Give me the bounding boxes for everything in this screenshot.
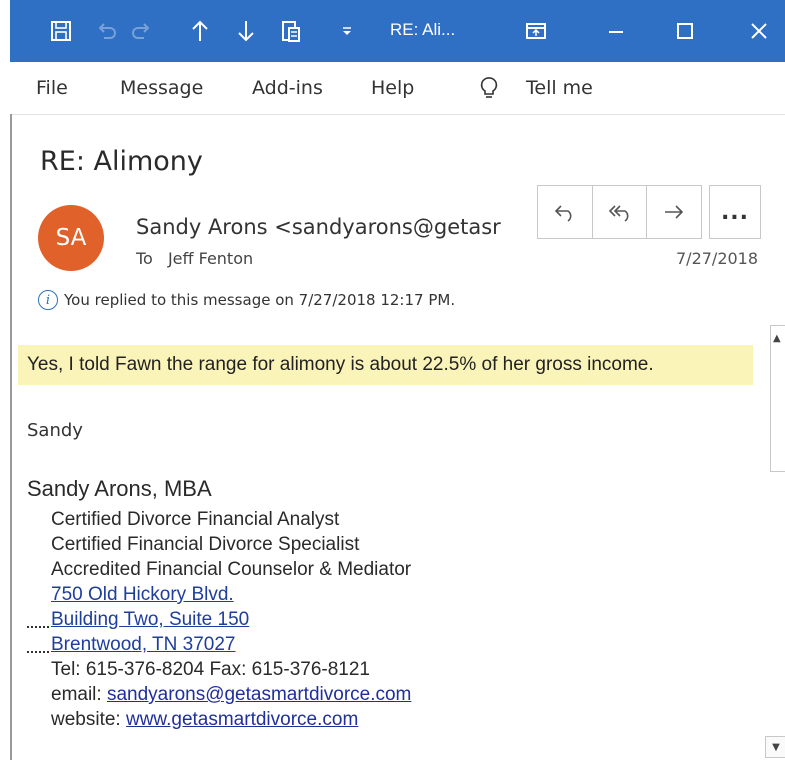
tell-me-search[interactable]: Tell me xyxy=(526,77,593,99)
save-icon[interactable] xyxy=(50,18,72,44)
message-date: 7/27/2018 xyxy=(676,249,759,268)
info-icon: i xyxy=(38,290,58,310)
down-arrow-icon[interactable] xyxy=(236,18,256,44)
address-line[interactable]: 750 Old Hickory Blvd. xyxy=(51,582,411,607)
reply-button[interactable] xyxy=(538,186,593,238)
signature-title: Certified Divorce Financial Analyst xyxy=(51,509,340,530)
email-link[interactable]: sandyarons@getasmartdivorce.com xyxy=(107,684,411,705)
redo-icon[interactable] xyxy=(130,18,152,44)
menu-file[interactable]: File xyxy=(36,77,68,99)
scrollbar[interactable] xyxy=(770,325,785,472)
reply-all-button[interactable] xyxy=(593,186,648,238)
avatar[interactable]: SA xyxy=(38,205,104,271)
signature-title: Accredited Financial Counselor & Mediato… xyxy=(51,559,412,580)
window-border xyxy=(10,114,12,760)
dotted-underline xyxy=(27,612,49,628)
address-line[interactable]: Brentwood, TN 37027 xyxy=(27,632,411,657)
replied-notice: i You replied to this message on 7/27/20… xyxy=(38,290,455,310)
dotted-underline xyxy=(27,637,49,653)
signature-title: Certified Financial Divorce Specialist xyxy=(51,534,360,555)
website-label: website: xyxy=(51,709,121,730)
website-link[interactable]: www.getasmartdivorce.com xyxy=(126,709,358,730)
recipient-name[interactable]: Jeff Fenton xyxy=(168,249,253,268)
closing-name: Sandy xyxy=(27,420,83,441)
to-label: To xyxy=(136,249,153,268)
up-arrow-icon[interactable] xyxy=(190,18,210,44)
reply-all-icon xyxy=(608,205,628,222)
recipient-line: To Jeff Fenton xyxy=(136,249,253,268)
replied-notice-text: You replied to this message on 7/27/2018… xyxy=(64,291,456,309)
scroll-down-icon[interactable]: ▼ xyxy=(765,736,785,758)
website-line: website: www.getasmartdivorce.com xyxy=(51,707,411,732)
signature-block: Sandy Arons, MBA Certified Divorce Finan… xyxy=(27,476,411,732)
avatar-initials: SA xyxy=(55,225,87,251)
menu-message[interactable]: Message xyxy=(120,77,203,99)
reply-actions xyxy=(537,185,702,239)
scroll-up-icon[interactable]: ▲ xyxy=(773,333,781,344)
lightbulb-icon[interactable] xyxy=(480,76,498,105)
menu-add-ins[interactable]: Add-ins xyxy=(252,77,323,99)
email-line: email: sandyarons@getasmartdivorce.com xyxy=(51,682,411,707)
menu-help[interactable]: Help xyxy=(371,77,414,99)
menu-bar: File Message Add-ins Help Tell me xyxy=(10,62,785,115)
restore-window-icon[interactable] xyxy=(525,18,547,44)
highlighted-text: Yes, I told Fawn the range for alimony i… xyxy=(27,354,654,375)
phone-line: Tel: 615-376-8204 Fax: 615-376-8121 xyxy=(51,659,371,680)
more-actions-button[interactable]: ... xyxy=(709,185,761,239)
forward-icon xyxy=(665,205,684,219)
maximize-icon[interactable] xyxy=(676,18,694,44)
message-subject: RE: Alimony xyxy=(40,146,203,177)
address-city[interactable]: Brentwood, TN 37027 xyxy=(51,634,236,655)
address-building[interactable]: Building Two, Suite 150 xyxy=(51,609,249,630)
forward-button[interactable] xyxy=(647,186,701,238)
address-street[interactable]: 750 Old Hickory Blvd. xyxy=(51,584,234,605)
undo-icon[interactable] xyxy=(96,18,118,44)
clipboard-icon[interactable] xyxy=(280,18,302,44)
signature-name: Sandy Arons, MBA xyxy=(27,476,212,501)
customize-dropdown-icon[interactable] xyxy=(340,18,354,44)
reply-icon xyxy=(554,205,572,222)
close-icon[interactable] xyxy=(750,18,768,44)
email-label: email: xyxy=(51,684,102,705)
title-bar: RE: Ali... xyxy=(10,0,785,62)
window-title: RE: Ali... xyxy=(390,20,456,39)
highlighted-message: Yes, I told Fawn the range for alimony i… xyxy=(18,345,753,385)
minimize-icon[interactable] xyxy=(607,18,625,44)
sender-address[interactable]: Sandy Arons <sandyarons@getasr xyxy=(136,215,501,239)
address-line[interactable]: Building Two, Suite 150 xyxy=(27,607,411,632)
